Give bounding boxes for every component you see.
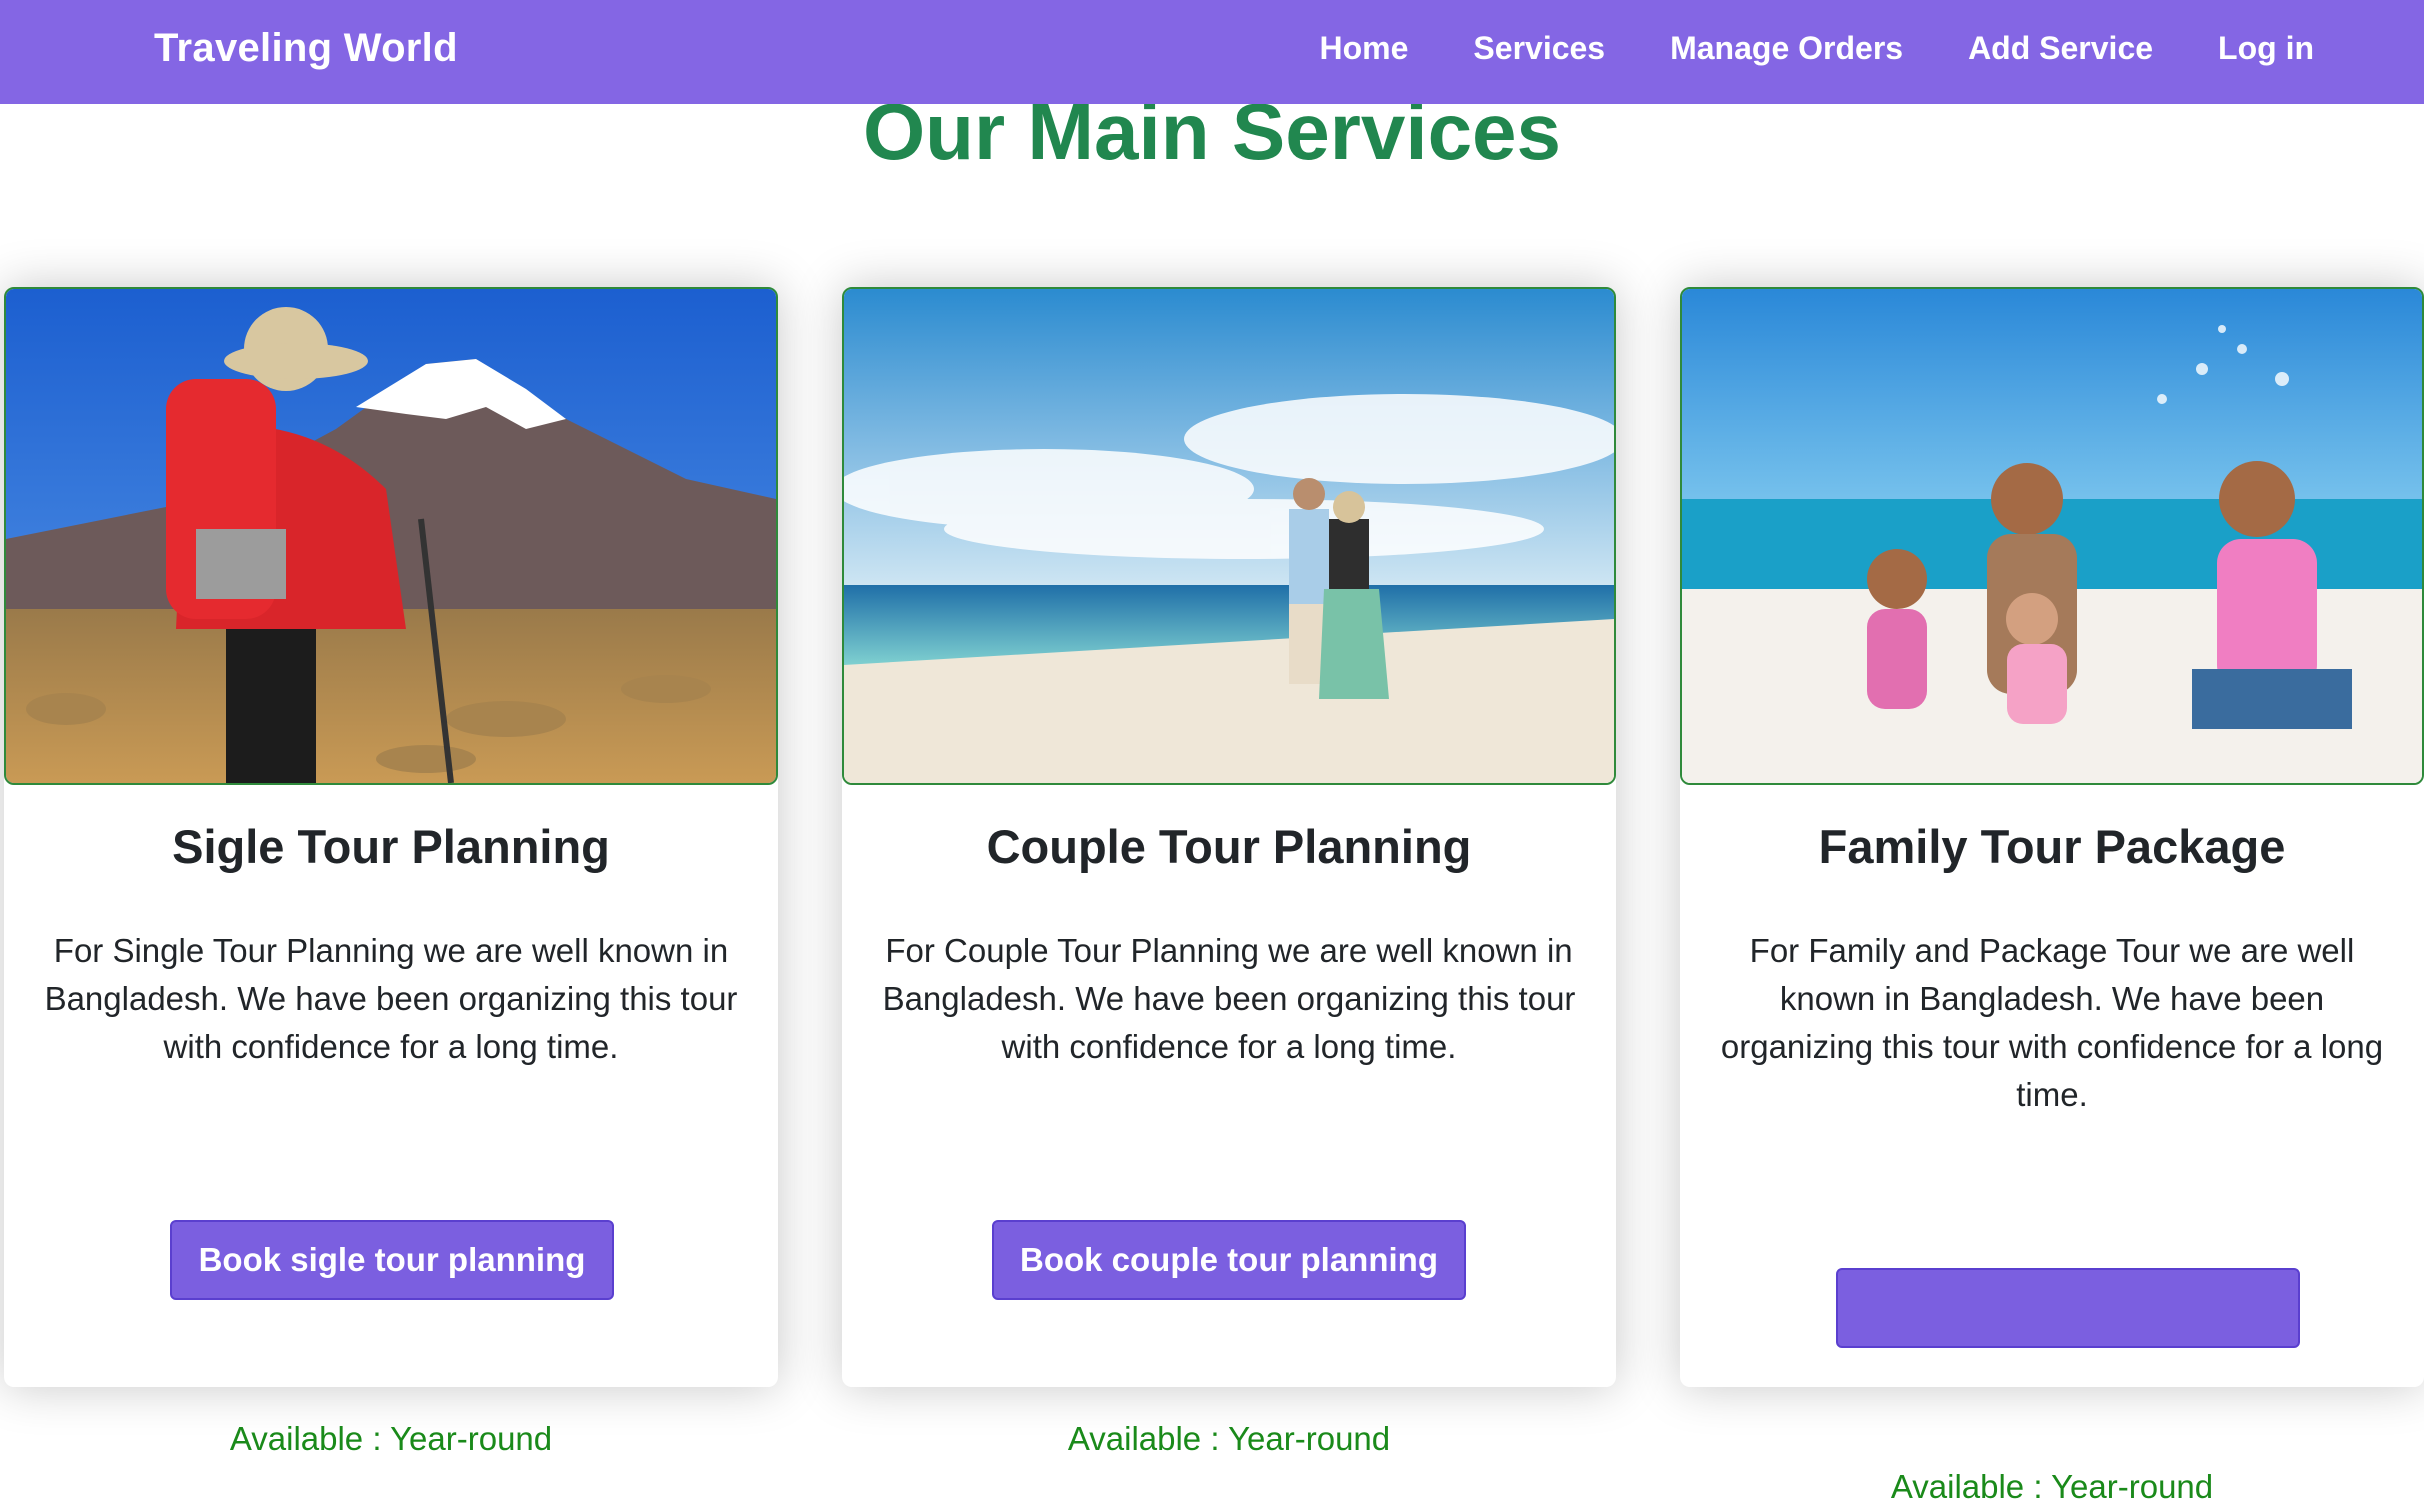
top-navbar: Traveling World Home Services Manage Ord… (0, 0, 2424, 104)
brand-logo-text[interactable]: Traveling World (154, 22, 458, 74)
service-availability: Available : Year-round (229, 1420, 553, 1457)
book-family-tour-button[interactable] (1836, 1268, 2300, 1348)
service-description: For Couple Tour Planning we are well kno… (882, 932, 1576, 1065)
service-description: For Single Tour Planning we are well kno… (44, 932, 738, 1065)
book-single-tour-button[interactable]: Book sigle tour planning (170, 1220, 614, 1300)
book-couple-tour-button[interactable]: Book couple tour planning (992, 1220, 1466, 1300)
single-tour-image (4, 287, 778, 785)
service-title: Couple Tour Planning (986, 820, 1472, 873)
service-card-family: Family Tour Package For Family and Packa… (1680, 287, 2424, 1505)
service-availability: Available : Year-round (1890, 1468, 2214, 1505)
service-title: Family Tour Package (1818, 820, 2286, 873)
service-availability: Available : Year-round (1067, 1420, 1391, 1457)
couple-tour-image (842, 287, 1616, 785)
nav-links: Home Services Manage Orders Add Service … (1255, 22, 2314, 74)
nav-manage-orders[interactable]: Manage Orders (1670, 22, 1903, 74)
nav-services[interactable]: Services (1473, 22, 1605, 74)
nav-add-service[interactable]: Add Service (1968, 22, 2153, 74)
service-description: For Family and Package Tour we are well … (1720, 932, 2384, 1113)
nav-home[interactable]: Home (1320, 22, 1409, 74)
service-title: Sigle Tour Planning (172, 820, 610, 873)
family-tour-image (1680, 287, 2424, 785)
nav-log-in[interactable]: Log in (2218, 22, 2314, 74)
